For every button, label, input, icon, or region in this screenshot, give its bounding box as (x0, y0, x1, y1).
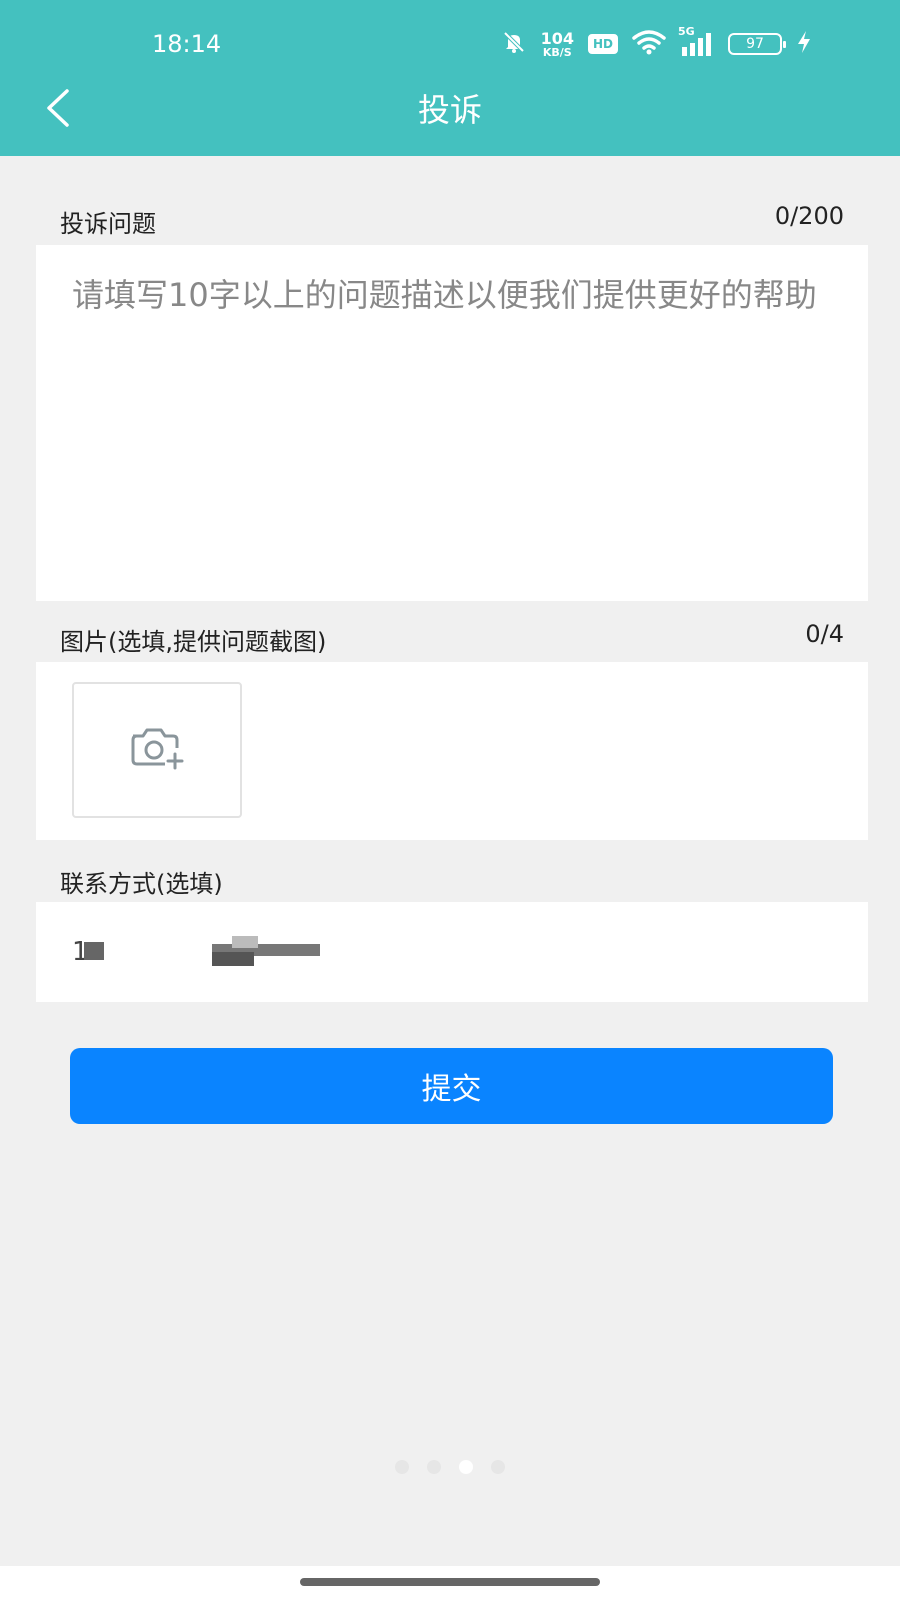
submit-button[interactable]: 提交 (70, 1048, 833, 1124)
complaint-counter: 0/200 (774, 202, 844, 230)
battery-icon: 97 (728, 33, 786, 55)
redaction-mask (84, 942, 104, 960)
hd-badge: HD (587, 34, 618, 54)
contact-label: 联系方式(选填) (60, 870, 223, 898)
complaint-label: 投诉问题 (60, 210, 156, 238)
chevron-left-icon (43, 88, 73, 132)
app-header: 18:14 104 KB/S HD 5G 97 投诉 (0, 0, 900, 156)
pager-dot-active (459, 1460, 473, 1474)
pager-dots (0, 1460, 900, 1474)
pager-dot (427, 1460, 441, 1474)
wifi-icon (632, 29, 666, 59)
charging-icon (796, 30, 812, 58)
status-icons: 104 KB/S HD 5G 97 (501, 25, 812, 60)
camera-add-icon (127, 724, 187, 776)
home-indicator[interactable] (300, 1578, 600, 1586)
net-speed: 104 KB/S (540, 28, 574, 59)
images-panel (36, 662, 868, 840)
mute-bell-icon (501, 29, 527, 59)
images-counter: 0/4 (805, 620, 844, 648)
images-label: 图片(选填,提供问题截图) (60, 628, 327, 656)
contact-panel (36, 902, 868, 1002)
complaint-panel (36, 245, 868, 601)
pager-dot (491, 1460, 505, 1474)
contact-input[interactable] (36, 902, 868, 1002)
add-photo-button[interactable] (72, 682, 242, 818)
status-time: 18:14 (152, 30, 222, 58)
redaction-mask (212, 952, 254, 966)
signal-icon: 5G (678, 25, 714, 57)
page-title: 投诉 (417, 91, 482, 129)
complaint-textarea[interactable] (36, 245, 868, 601)
back-button[interactable] (36, 88, 80, 132)
pager-dot (395, 1460, 409, 1474)
redaction-mask (232, 936, 258, 948)
